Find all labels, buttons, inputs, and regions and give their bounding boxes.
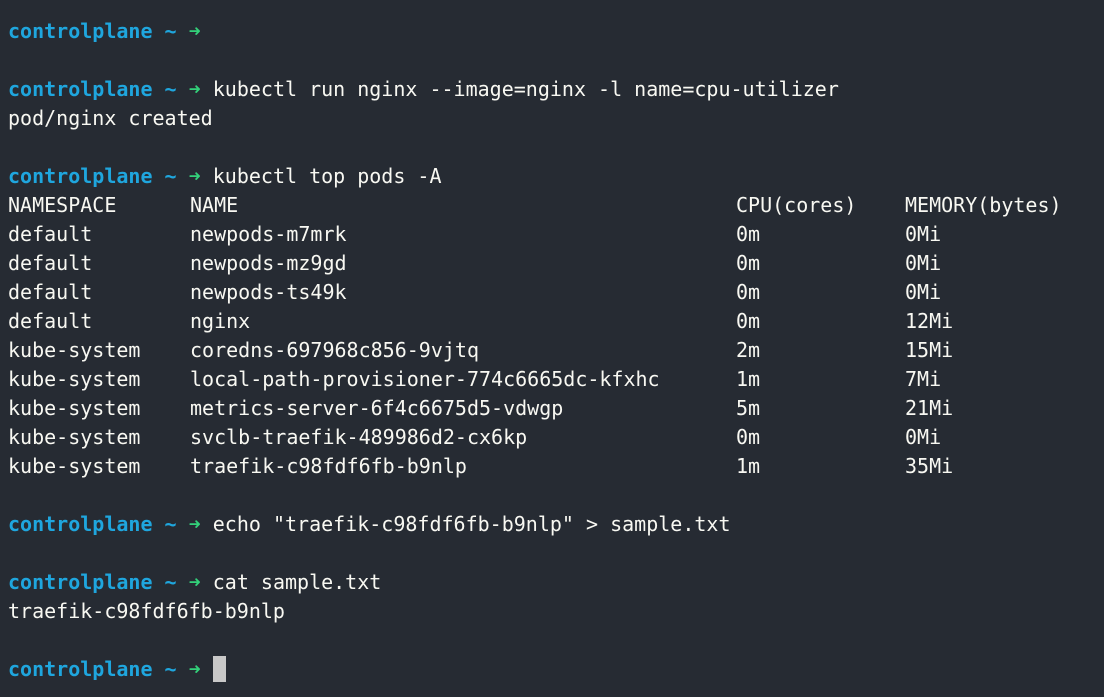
cell-cpu: 0m xyxy=(736,309,761,333)
cell-cpu: 1m xyxy=(736,367,761,391)
prompt-host: controlplane xyxy=(8,19,153,43)
prompt-arrow-icon: ➜ xyxy=(188,77,201,101)
cell-name: newpods-ts49k xyxy=(190,280,347,304)
table-row: default newpods-m7mrk 0m 0Mi xyxy=(8,220,1098,249)
header-cpu: CPU(cores) xyxy=(736,193,857,217)
terminal-cursor[interactable] xyxy=(212,656,226,682)
command-text: cat sample.txt xyxy=(212,570,382,594)
command-output: pod/nginx created xyxy=(8,106,213,130)
table-row: kube-system traefik-c98fdf6fb-b9nlp 1m 35Mi xyxy=(8,452,1098,481)
cell-namespace: kube-system xyxy=(8,338,141,362)
cell-namespace: kube-system xyxy=(8,367,141,391)
command-text: kubectl run nginx --image=nginx -l name=… xyxy=(212,77,839,101)
cell-name: traefik-c98fdf6fb-b9nlp xyxy=(190,454,467,478)
table-row: kube-system svclb-traefik-489986d2-cx6kp 0… xyxy=(8,423,1098,452)
prompt-tilde: ~ xyxy=(164,77,177,101)
cell-name: metrics-server-6f4c6675d5-vdwgp xyxy=(190,396,564,420)
cell-cpu: 1m xyxy=(736,454,761,478)
cell-cpu: 0m xyxy=(736,280,761,304)
prompt-line: controlplane ~ ➜ kubectl top pods -A xyxy=(8,162,1098,191)
command-text: kubectl top pods -A xyxy=(212,164,442,188)
cell-name: local-path-provisioner-774c6665dc-kfxhc xyxy=(190,367,660,391)
prompt-arrow-icon: ➜ xyxy=(188,512,201,536)
cell-memory: 21Mi xyxy=(905,396,954,420)
prompt-arrow-icon: ➜ xyxy=(188,164,201,188)
cell-namespace: kube-system xyxy=(8,425,141,449)
prompt-tilde: ~ xyxy=(164,512,177,536)
prompt-host: controlplane xyxy=(8,77,153,101)
cell-name: svclb-traefik-489986d2-cx6kp xyxy=(190,425,528,449)
prompt-host: controlplane xyxy=(8,164,153,188)
cell-namespace: default xyxy=(8,309,93,333)
prompt-line: controlplane ~ ➜ kubectl run nginx --ima… xyxy=(8,75,1098,104)
cell-namespace: kube-system xyxy=(8,396,141,420)
cell-name: newpods-mz9gd xyxy=(190,251,347,275)
table-row: default nginx 0m 12Mi xyxy=(8,307,1098,336)
prompt-arrow-icon: ➜ xyxy=(188,570,201,594)
prompt-tilde: ~ xyxy=(164,19,177,43)
cell-memory: 35Mi xyxy=(905,454,954,478)
cell-cpu: 2m xyxy=(736,338,761,362)
cell-cpu: 0m xyxy=(736,222,761,246)
prompt-host: controlplane xyxy=(8,512,153,536)
cell-cpu: 5m xyxy=(736,396,761,420)
cell-namespace: default xyxy=(8,280,93,304)
header-name: NAME xyxy=(190,193,239,217)
prompt-arrow-icon: ➜ xyxy=(188,19,201,43)
prompt-tilde: ~ xyxy=(164,164,177,188)
cell-memory: 0Mi xyxy=(905,222,942,246)
cell-memory: 12Mi xyxy=(905,309,954,333)
cell-cpu: 0m xyxy=(736,425,761,449)
cell-memory: 0Mi xyxy=(905,280,942,304)
terminal-window[interactable]: controlplane ~ ➜ controlplane ~ ➜ kubect… xyxy=(8,17,1098,684)
prompt-arrow-icon: ➜ xyxy=(188,657,201,681)
cell-namespace: kube-system xyxy=(8,454,141,478)
cell-name: nginx xyxy=(190,309,251,333)
prompt-line: controlplane ~ ➜ cat sample.txt xyxy=(8,568,1098,597)
table-row: default newpods-ts49k 0m 0Mi xyxy=(8,278,1098,307)
cell-namespace: default xyxy=(8,222,93,246)
header-namespace: NAMESPACE xyxy=(8,193,117,217)
prompt-host: controlplane xyxy=(8,657,153,681)
cell-memory: 0Mi xyxy=(905,425,942,449)
table-row: kube-system coredns-697968c856-9vjtq 2m 15M… xyxy=(8,336,1098,365)
cell-memory: 0Mi xyxy=(905,251,942,275)
prompt-tilde: ~ xyxy=(164,657,177,681)
header-memory: MEMORY(bytes) xyxy=(905,193,1062,217)
cell-cpu: 0m xyxy=(736,251,761,275)
active-prompt-line[interactable]: controlplane ~ ➜ xyxy=(8,655,1098,684)
prompt-host: controlplane xyxy=(8,570,153,594)
cell-memory: 7Mi xyxy=(905,367,942,391)
cell-name: newpods-m7mrk xyxy=(190,222,347,246)
cell-namespace: default xyxy=(8,251,93,275)
prompt-line: controlplane ~ ➜ echo "traefik-c98fdf6fb… xyxy=(8,510,1098,539)
prompt-tilde: ~ xyxy=(164,570,177,594)
table-row: kube-system metrics-server-6f4c6675d5-vdw… xyxy=(8,394,1098,423)
table-header: NAMESPACE NAME CPU(cores) MEMORY(bytes) xyxy=(8,191,1098,220)
table-row: kube-system local-path-provisioner-774c66… xyxy=(8,365,1098,394)
prompt-line: controlplane ~ ➜ xyxy=(8,17,1098,46)
command-output: traefik-c98fdf6fb-b9nlp xyxy=(8,599,285,623)
command-text: echo "traefik-c98fdf6fb-b9nlp" > sample.… xyxy=(212,512,731,536)
table-row: default newpods-mz9gd 0m 0Mi xyxy=(8,249,1098,278)
cell-name: coredns-697968c856-9vjtq xyxy=(190,338,479,362)
cell-memory: 15Mi xyxy=(905,338,954,362)
